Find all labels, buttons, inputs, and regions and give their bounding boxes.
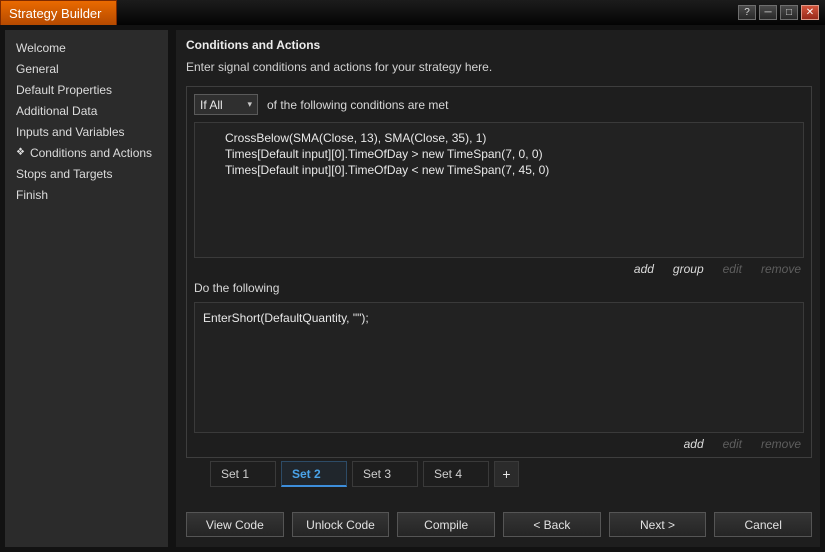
group-condition-link[interactable]: group xyxy=(673,262,704,276)
strategy-builder-window: Strategy Builder ? ─ □ ✕ Welcome General xyxy=(0,0,825,552)
condition-item[interactable]: Times[Default input][0].TimeOfDay > new … xyxy=(225,146,797,162)
view-code-button[interactable]: View Code xyxy=(186,512,284,537)
window-controls: ? ─ □ ✕ xyxy=(738,0,825,25)
sidebar-item-label: Inputs and Variables xyxy=(16,124,125,139)
cancel-button[interactable]: Cancel xyxy=(714,512,813,537)
add-condition-link[interactable]: add xyxy=(634,262,654,276)
sidebar-item-inputs-and-variables[interactable]: Inputs and Variables xyxy=(5,121,168,142)
close-icon: ✕ xyxy=(805,6,815,18)
condition-mode-value: If All xyxy=(200,97,223,112)
condition-item[interactable]: Times[Default input][0].TimeOfDay < new … xyxy=(225,162,797,178)
next-button[interactable]: Next > xyxy=(608,512,707,537)
sidebar-item-label: Finish xyxy=(16,187,49,202)
maximize-button[interactable]: □ xyxy=(780,5,798,20)
condition-item[interactable]: CrossBelow(SMA(Close, 13), SMA(Close, 35… xyxy=(225,130,797,146)
window-body: Welcome General Default Properties Addit… xyxy=(0,25,825,552)
add-action-link[interactable]: add xyxy=(684,437,704,451)
set-tabstrip: Set 1 Set 2 Set 3 Set 4 + xyxy=(210,461,812,487)
page-subtitle: Enter signal conditions and actions for … xyxy=(186,60,493,74)
sidebar: Welcome General Default Properties Addit… xyxy=(5,30,168,547)
tab-set-4[interactable]: Set 4 xyxy=(423,461,489,487)
sidebar-item-label: General xyxy=(16,61,59,76)
sidebar-item-conditions-and-actions[interactable]: ❖ Conditions and Actions xyxy=(5,142,168,163)
page-title: Conditions and Actions xyxy=(186,38,321,52)
condition-mode-row: If All ▾ of the following conditions are… xyxy=(194,94,804,115)
condition-mode-select[interactable]: If All ▾ xyxy=(194,94,258,115)
main-content: Conditions and Actions Enter signal cond… xyxy=(176,30,820,547)
selected-marker-icon: ❖ xyxy=(16,147,25,158)
sidebar-item-label: Additional Data xyxy=(16,103,98,118)
bottom-button-row: View Code Unlock Code Compile < Back Nex… xyxy=(186,512,813,539)
conditions-actions-panel: If All ▾ of the following conditions are… xyxy=(186,86,812,458)
sidebar-item-welcome[interactable]: Welcome xyxy=(5,37,168,58)
sidebar-item-general[interactable]: General xyxy=(5,58,168,79)
maximize-icon: □ xyxy=(785,6,793,18)
minimize-icon: ─ xyxy=(764,6,772,18)
help-icon: ? xyxy=(744,6,750,18)
sidebar-item-label: Default Properties xyxy=(16,82,113,97)
back-button[interactable]: < Back xyxy=(503,512,601,537)
action-links: add edit remove xyxy=(194,433,804,453)
sidebar-item-label: Conditions and Actions xyxy=(29,145,153,160)
condition-mode-suffix: of the following conditions are met xyxy=(267,97,449,112)
window-title: Strategy Builder xyxy=(0,0,117,25)
tab-set-1[interactable]: Set 1 xyxy=(210,461,276,487)
minimize-button[interactable]: ─ xyxy=(759,5,777,20)
remove-action-link: remove xyxy=(760,437,801,451)
help-button[interactable]: ? xyxy=(738,5,756,20)
actions-list[interactable]: EnterShort(DefaultQuantity, ""); xyxy=(194,302,804,433)
unlock-code-button[interactable]: Unlock Code xyxy=(291,512,390,537)
sidebar-item-default-properties[interactable]: Default Properties xyxy=(5,79,168,100)
condition-links: add group edit remove xyxy=(194,258,804,278)
sidebar-item-label: Welcome xyxy=(16,40,66,55)
titlebar[interactable]: Strategy Builder ? ─ □ ✕ xyxy=(0,0,825,25)
compile-button[interactable]: Compile xyxy=(397,512,496,537)
edit-action-link: edit xyxy=(722,437,742,451)
tab-set-2[interactable]: Set 2 xyxy=(281,461,347,487)
sidebar-item-finish[interactable]: Finish xyxy=(5,184,168,205)
edit-condition-link: edit xyxy=(722,262,742,276)
sidebar-item-additional-data[interactable]: Additional Data xyxy=(5,100,168,121)
sidebar-item-stops-and-targets[interactable]: Stops and Targets xyxy=(5,163,168,184)
remove-condition-link: remove xyxy=(760,262,801,276)
add-set-button[interactable]: + xyxy=(494,461,519,487)
sidebar-item-label: Stops and Targets xyxy=(16,166,113,181)
chevron-down-icon: ▾ xyxy=(247,99,252,109)
actions-label: Do the following xyxy=(194,281,280,295)
tab-set-3[interactable]: Set 3 xyxy=(352,461,418,487)
conditions-list[interactable]: CrossBelow(SMA(Close, 13), SMA(Close, 35… xyxy=(194,122,804,258)
action-item[interactable]: EnterShort(DefaultQuantity, ""); xyxy=(203,310,797,326)
close-button[interactable]: ✕ xyxy=(801,5,819,20)
